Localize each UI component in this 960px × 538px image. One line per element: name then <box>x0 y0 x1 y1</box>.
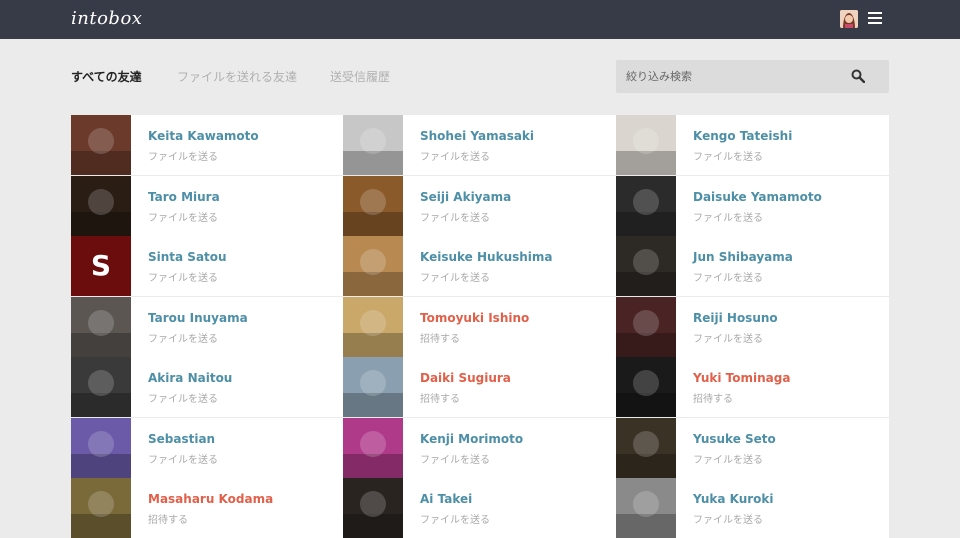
friend-avatar[interactable] <box>616 296 676 357</box>
tab-transfer-history[interactable]: 送受信履歴 <box>330 69 390 85</box>
friend-avatar[interactable] <box>343 357 403 417</box>
top-bar: intobox <box>0 0 960 39</box>
friend-card[interactable]: Ai Takei ファイルを送る <box>343 478 616 538</box>
friend-name[interactable]: Kenji Morimoto <box>420 432 523 446</box>
send-file-link[interactable]: ファイルを送る <box>693 269 763 284</box>
friend-card[interactable]: Akira Naitou ファイルを送る <box>71 357 344 417</box>
friend-name[interactable]: Daiki Sugiura <box>420 371 511 385</box>
send-file-link[interactable]: ファイルを送る <box>693 511 763 526</box>
friend-name[interactable]: Shohei Yamasaki <box>420 129 534 143</box>
friend-name[interactable]: Tomoyuki Ishino <box>420 311 529 325</box>
friend-card[interactable]: Keisuke Hukushima ファイルを送る <box>343 236 616 296</box>
friend-avatar[interactable] <box>616 357 676 417</box>
friend-name[interactable]: Sinta Satou <box>148 250 227 264</box>
friend-name[interactable]: Masaharu Kodama <box>148 492 273 506</box>
send-file-link[interactable]: ファイルを送る <box>420 148 490 163</box>
friend-card[interactable]: Shohei Yamasaki ファイルを送る <box>343 115 616 175</box>
send-file-link[interactable]: ファイルを送る <box>693 451 763 466</box>
friend-card[interactable]: Kenji Morimoto ファイルを送る <box>343 417 616 478</box>
friend-card[interactable]: Tarou Inuyama ファイルを送る <box>71 296 344 357</box>
friend-card[interactable]: Daiki Sugiura 招待する <box>343 357 616 417</box>
friend-card[interactable]: Seiji Akiyama ファイルを送る <box>343 175 616 236</box>
tab-all-friends[interactable]: すべての友達 <box>71 69 142 85</box>
friend-name[interactable]: Kengo Tateishi <box>693 129 792 143</box>
friend-avatar[interactable] <box>71 417 131 478</box>
friend-avatar[interactable] <box>71 478 131 538</box>
friend-card[interactable]: Jun Shibayama ファイルを送る <box>616 236 889 296</box>
send-file-link[interactable]: ファイルを送る <box>420 269 490 284</box>
invite-link[interactable]: 招待する <box>420 330 460 345</box>
friend-avatar[interactable]: S <box>71 236 131 296</box>
search-input[interactable] <box>616 60 856 93</box>
friend-card[interactable]: S Sinta Satou ファイルを送る <box>71 236 344 296</box>
send-file-link[interactable]: ファイルを送る <box>148 330 218 345</box>
friend-name[interactable]: Reiji Hosuno <box>693 311 778 325</box>
tab-sendable-friends[interactable]: ファイルを送れる友達 <box>177 69 297 85</box>
friend-avatar[interactable] <box>343 236 403 296</box>
invite-link[interactable]: 招待する <box>420 390 460 405</box>
send-file-link[interactable]: ファイルを送る <box>148 269 218 284</box>
friend-avatar[interactable] <box>343 115 403 175</box>
send-file-link[interactable]: ファイルを送る <box>693 330 763 345</box>
friend-card[interactable]: Keita Kawamoto ファイルを送る <box>71 115 344 175</box>
friend-avatar[interactable] <box>616 175 676 236</box>
user-avatar-icon[interactable] <box>840 10 858 28</box>
send-file-link[interactable]: ファイルを送る <box>420 451 490 466</box>
search-icon[interactable] <box>851 69 865 83</box>
friend-avatar[interactable] <box>343 417 403 478</box>
friend-name[interactable]: Seiji Akiyama <box>420 190 511 204</box>
friend-name[interactable]: Sebastian <box>148 432 215 446</box>
friend-card[interactable]: Yusuke Seto ファイルを送る <box>616 417 889 478</box>
send-file-link[interactable]: ファイルを送る <box>148 209 218 224</box>
friend-card[interactable]: Sebastian ファイルを送る <box>71 417 344 478</box>
friend-name[interactable]: Ai Takei <box>420 492 472 506</box>
friend-card[interactable]: Reiji Hosuno ファイルを送る <box>616 296 889 357</box>
friend-avatar[interactable] <box>616 236 676 296</box>
friend-avatar[interactable] <box>343 175 403 236</box>
friend-name[interactable]: Taro Miura <box>148 190 220 204</box>
friend-name[interactable]: Daisuke Yamamoto <box>693 190 822 204</box>
friend-card[interactable]: Daisuke Yamamoto ファイルを送る <box>616 175 889 236</box>
friend-avatar[interactable] <box>71 115 131 175</box>
friend-avatar[interactable] <box>71 175 131 236</box>
friend-card[interactable]: Yuka Kuroki ファイルを送る <box>616 478 889 538</box>
friend-name[interactable]: Tarou Inuyama <box>148 311 248 325</box>
friend-avatar[interactable] <box>71 357 131 417</box>
friend-avatar[interactable] <box>616 478 676 538</box>
friend-name[interactable]: Yuki Tominaga <box>693 371 790 385</box>
friend-card[interactable]: Masaharu Kodama 招待する <box>71 478 344 538</box>
send-file-link[interactable]: ファイルを送る <box>148 148 218 163</box>
friend-avatar[interactable] <box>343 296 403 357</box>
friend-card[interactable]: Taro Miura ファイルを送る <box>71 175 344 236</box>
intobox-logo[interactable]: intobox <box>71 8 142 29</box>
send-file-link[interactable]: ファイルを送る <box>420 511 490 526</box>
avatar-initial: S <box>90 249 112 282</box>
send-file-link[interactable]: ファイルを送る <box>693 148 763 163</box>
friend-card[interactable]: Kengo Tateishi ファイルを送る <box>616 115 889 175</box>
friend-name[interactable]: Keisuke Hukushima <box>420 250 553 264</box>
invite-link[interactable]: 招待する <box>148 511 188 526</box>
friend-name[interactable]: Keita Kawamoto <box>148 129 259 143</box>
friend-card[interactable]: Yuki Tominaga 招待する <box>616 357 889 417</box>
friend-avatar[interactable] <box>616 417 676 478</box>
friend-name[interactable]: Jun Shibayama <box>693 250 793 264</box>
send-file-link[interactable]: ファイルを送る <box>148 390 218 405</box>
friend-name[interactable]: Yuka Kuroki <box>693 492 774 506</box>
friend-name[interactable]: Akira Naitou <box>148 371 232 385</box>
hamburger-menu-icon[interactable] <box>868 12 882 24</box>
friend-avatar[interactable] <box>343 478 403 538</box>
invite-link[interactable]: 招待する <box>693 390 733 405</box>
friend-card[interactable]: Tomoyuki Ishino 招待する <box>343 296 616 357</box>
send-file-link[interactable]: ファイルを送る <box>148 451 218 466</box>
friend-name[interactable]: Yusuke Seto <box>693 432 776 446</box>
send-file-link[interactable]: ファイルを送る <box>693 209 763 224</box>
friend-avatar[interactable] <box>616 115 676 175</box>
send-file-link[interactable]: ファイルを送る <box>420 209 490 224</box>
search-box <box>616 60 889 93</box>
friend-avatar[interactable] <box>71 296 131 357</box>
